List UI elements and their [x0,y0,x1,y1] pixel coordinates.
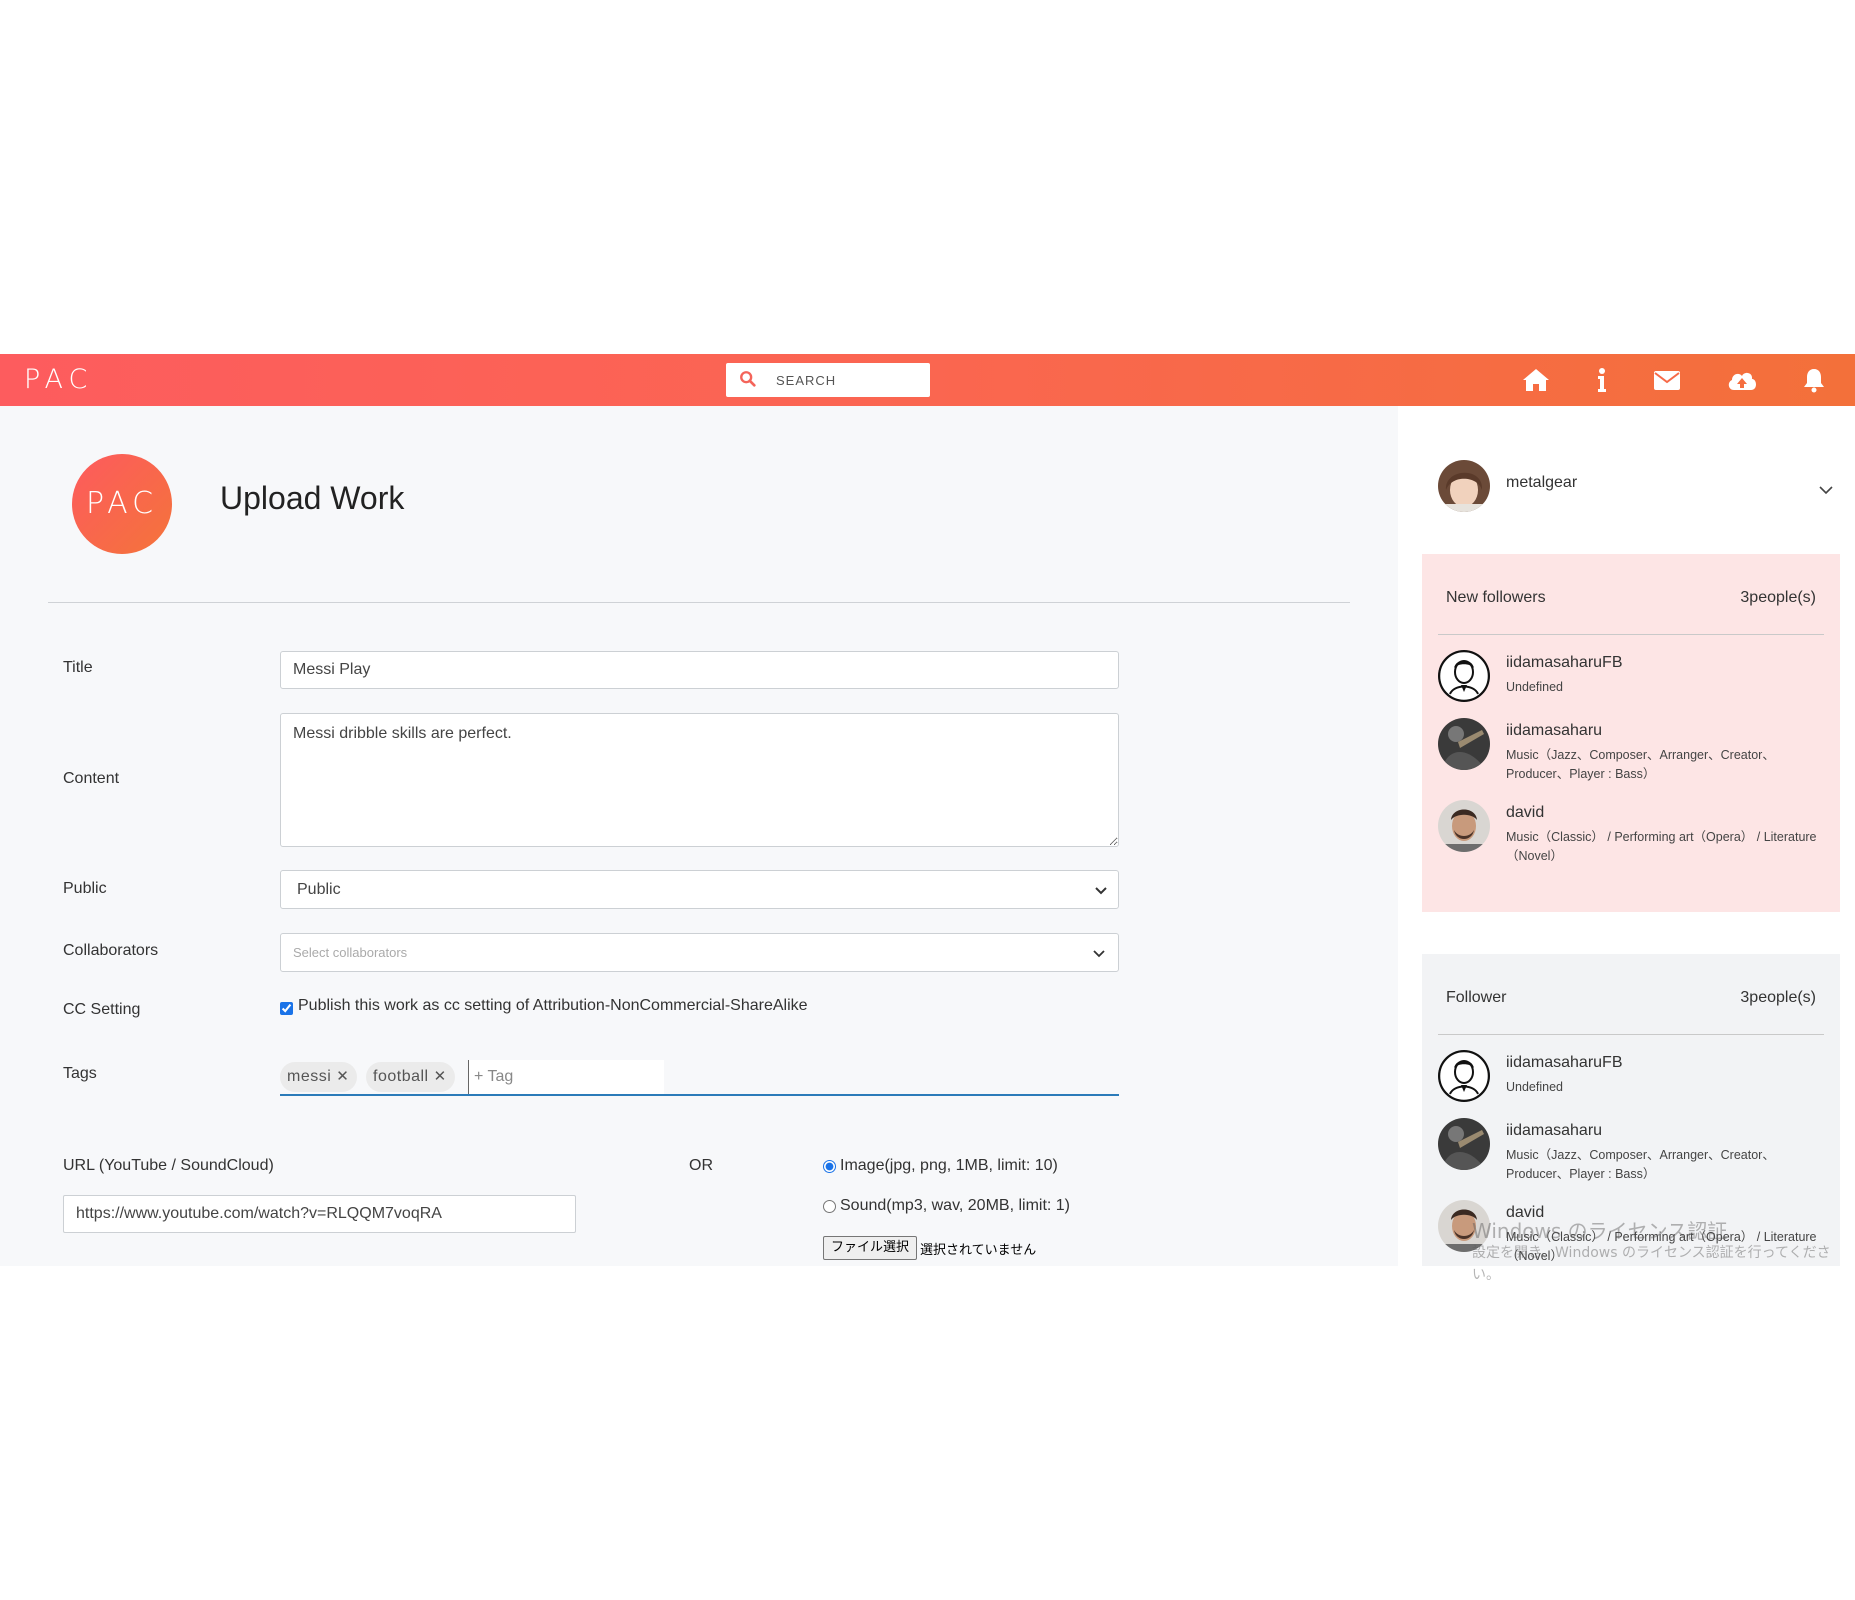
tag-chip-label: messi [287,1068,332,1085]
new-followers-count: 3people(s) [1740,589,1816,606]
title-input[interactable] [280,651,1119,689]
tag-input[interactable] [468,1060,664,1094]
page-title: Upload Work [220,480,405,516]
follower-desc: Music（Classic） / Performing art（Opera） /… [1506,830,1817,863]
follower-avatar[interactable] [1438,650,1490,702]
content-textarea[interactable]: Messi dribble skills are perfect. [280,713,1119,847]
windows-activation-watermark: Windows のライセンス認証 設定を開き、Windows のライセンス認証を… [1472,1220,1855,1286]
file-select-button[interactable]: ファイル選択 [823,1236,918,1260]
collaborators-label: Collaborators [63,942,159,959]
url-label: URL (YouTube / SoundCloud) [63,1157,274,1174]
tag-chip: messi ✕ [280,1062,358,1092]
or-label: OR [689,1157,713,1174]
follower-desc: Music（Jazz、Composer、Arranger、Creator、Pro… [1506,748,1775,781]
follower-avatar[interactable] [1438,718,1490,770]
username[interactable]: metalgear [1506,474,1577,492]
follower-name[interactable]: iidamasaharu [1506,1122,1602,1140]
follower-name[interactable]: david [1506,804,1544,822]
search-box[interactable] [726,363,930,397]
public-select[interactable]: Public [280,870,1119,909]
cc-checkbox-label[interactable]: Publish this work as cc setting of Attri… [298,997,808,1015]
follower-desc: Undefined [1506,1080,1563,1094]
cc-setting-label: CC Setting [63,1001,141,1018]
tag-chip: football ✕ [366,1062,455,1092]
right-sidebar: metalgear New followers 3people(s) iidam… [1398,406,1855,1266]
top-navbar: PAC [0,354,1855,406]
divider [1438,1034,1824,1035]
tag-chip-label: football [373,1068,429,1085]
tags-input-wrapper[interactable]: messi ✕ football ✕ [280,1054,1119,1096]
divider [48,602,1350,603]
content-label: Content [63,770,120,787]
cloud-upload-icon[interactable] [1725,366,1759,394]
home-icon[interactable] [1521,366,1551,394]
new-followers-panel: New followers 3people(s) iidamasaharuFB … [1422,554,1840,912]
watermark-line1: Windows のライセンス認証 [1472,1219,1728,1243]
file-status: 選択されていません [920,1243,1037,1258]
follower-avatar[interactable] [1438,800,1490,852]
user-avatar[interactable] [1438,460,1490,512]
follower-name[interactable]: iidamasaharuFB [1506,654,1623,672]
follower-avatar[interactable] [1438,1050,1490,1102]
public-select-value: Public [297,880,341,898]
chevron-down-icon[interactable] [1818,484,1834,495]
followers-count: 3people(s) [1740,989,1816,1006]
follower-desc: Undefined [1506,680,1563,694]
tags-label: Tags [63,1065,97,1082]
new-followers-title: New followers [1446,589,1546,606]
collaborators-placeholder: Select collaborators [293,945,408,960]
sound-radio-label[interactable]: Sound(mp3, wav, 20MB, limit: 1) [840,1197,1070,1215]
url-input[interactable] [63,1195,576,1233]
sound-radio[interactable] [823,1200,836,1213]
brand-logo[interactable]: PAC [24,364,93,395]
follower-desc: Music（Jazz、Composer、Arranger、Creator、Pro… [1506,1148,1775,1181]
search-icon[interactable] [739,370,757,388]
chevron-down-icon [1095,886,1107,894]
title-label: Title [63,659,93,676]
follower-name[interactable]: iidamasaharu [1506,722,1602,740]
bell-icon[interactable] [1799,366,1829,394]
info-icon[interactable] [1587,366,1617,394]
follower-name[interactable]: iidamasaharuFB [1506,1054,1623,1072]
mail-icon[interactable] [1652,366,1682,394]
pac-logo: PAC [72,454,172,554]
image-radio[interactable] [823,1160,836,1173]
close-icon[interactable]: ✕ [336,1062,349,1092]
watermark-line2: 設定を開き、Windows のライセンス認証を行ってください。 [1472,1245,1831,1283]
chevron-down-icon [1093,949,1105,957]
collaborators-select[interactable]: Select collaborators [280,933,1119,972]
search-input[interactable] [776,371,921,389]
close-icon[interactable]: ✕ [434,1062,447,1092]
divider [1438,634,1824,635]
followers-title: Follower [1446,989,1507,1006]
follower-avatar[interactable] [1438,1118,1490,1170]
public-label: Public [63,880,107,897]
cc-checkbox[interactable] [280,1002,293,1015]
main-content: PAC Upload Work Title Content Messi drib… [0,406,1398,1266]
image-radio-label[interactable]: Image(jpg, png, 1MB, limit: 10) [840,1157,1058,1175]
